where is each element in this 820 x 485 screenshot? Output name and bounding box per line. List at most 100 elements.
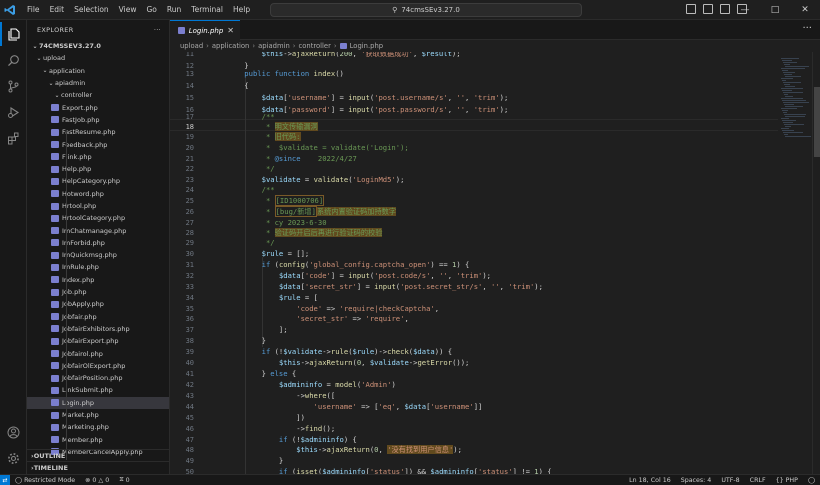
file-item[interactable]: FastJob.php <box>27 114 169 126</box>
file-item[interactable]: Hrtool.php <box>27 200 169 212</box>
menu-view[interactable]: View <box>114 0 142 20</box>
line-number: 37 <box>185 326 194 334</box>
folder-label: upload <box>43 54 66 63</box>
menu-edit[interactable]: Edit <box>45 0 70 20</box>
file-item[interactable]: Feedback.php <box>27 138 169 150</box>
restricted-mode-indicator[interactable]: ◯ Restricted Mode <box>10 477 80 484</box>
toggle-secondary-sidebar-icon[interactable] <box>720 4 730 14</box>
minimap-line <box>781 118 789 119</box>
file-item[interactable]: Job.php <box>27 286 169 298</box>
file-item[interactable]: ImRule.php <box>27 261 169 273</box>
close-tab-icon[interactable]: ✕ <box>227 26 234 35</box>
breadcrumb-item[interactable]: controller <box>298 42 330 50</box>
chevron-down-icon: ⌄ <box>42 67 48 75</box>
cursor-position[interactable]: Ln 18, Col 16 <box>624 477 676 484</box>
file-item[interactable]: Index.php <box>27 274 169 286</box>
file-item[interactable]: Member.php <box>27 434 169 446</box>
file-item[interactable]: JobfairExport.php <box>27 335 169 347</box>
command-center-search[interactable]: ⚲ 74cmsSEv3.27.0 <box>270 3 582 17</box>
extensions-icon[interactable] <box>0 126 27 150</box>
file-item[interactable]: JobfairOlExport.php <box>27 360 169 372</box>
code-line: ]) <box>227 413 305 422</box>
encoding[interactable]: UTF-8 <box>716 477 744 484</box>
file-item[interactable]: ImQuickmsg.php <box>27 249 169 261</box>
file-item[interactable]: LinkSubmit.php <box>27 384 169 396</box>
minimap-line <box>784 134 788 135</box>
file-item[interactable]: Jobfairol.php <box>27 347 169 359</box>
settings-gear-icon[interactable] <box>0 446 27 470</box>
minimap-line <box>785 116 805 117</box>
project-root[interactable]: ⌄ 74CMSSEV3.27.0 <box>27 40 169 52</box>
line-number: 39 <box>185 348 194 356</box>
tab-login-php[interactable]: Login.php ✕ <box>170 20 240 40</box>
line-number: 18 <box>185 123 194 131</box>
file-item[interactable]: Help.php <box>27 163 169 175</box>
minimap-line <box>782 110 788 111</box>
timeline-section[interactable]: › TIMELINE <box>27 461 170 473</box>
source-control-icon[interactable] <box>0 74 27 98</box>
minimize-icon[interactable]: — <box>730 0 760 20</box>
line-number: 20 <box>185 144 194 152</box>
code-line: $data['code'] = input('post.code/s', '',… <box>278 271 492 280</box>
file-item[interactable]: HrtoolCategory.php <box>27 212 169 224</box>
file-item[interactable]: Hotword.php <box>27 188 169 200</box>
menu-help[interactable]: Help <box>228 0 255 20</box>
code-editor[interactable]: 11 12 13 14 15 16 17 18 19 20 21 22 23 24 25 26 27 28 29 30… <box>170 52 778 474</box>
close-window-icon[interactable]: ✕ <box>790 0 820 20</box>
file-item[interactable]: ImChatmanage.php <box>27 224 169 236</box>
vertical-scrollbar[interactable] <box>812 52 820 474</box>
file-item[interactable]: Jobfair.php <box>27 311 169 323</box>
file-item[interactable]: JobApply.php <box>27 298 169 310</box>
folder-upload[interactable]: ⌄ upload <box>27 52 169 64</box>
minimap-line <box>782 60 792 61</box>
code-line: } else { <box>227 369 297 378</box>
code-line: * [ID1000706] <box>227 195 325 206</box>
folder-apiadmin[interactable]: ⌄ apiadmin <box>27 77 169 89</box>
breadcrumb-item[interactable]: upload <box>180 42 203 50</box>
minimap-line <box>785 86 795 87</box>
menu-selection[interactable]: Selection <box>69 0 114 20</box>
scrollbar-thumb[interactable] <box>814 87 820 157</box>
more-actions-icon[interactable]: ··· <box>154 26 161 34</box>
account-icon[interactable] <box>0 420 27 444</box>
maximize-icon[interactable]: □ <box>760 0 790 20</box>
menu-run[interactable]: Run <box>162 0 186 20</box>
breadcrumb-item[interactable]: application <box>212 42 250 50</box>
menu-terminal[interactable]: Terminal <box>186 0 228 20</box>
file-item[interactable]: HelpCategory.php <box>27 175 169 187</box>
file-item[interactable]: Market.php <box>27 409 169 421</box>
file-item[interactable]: Marketing.php <box>27 421 169 433</box>
file-item[interactable]: FastResume.php <box>27 126 169 138</box>
folder-controller[interactable]: ⌄ controller <box>27 89 169 101</box>
run-debug-icon[interactable] <box>0 100 27 124</box>
breadcrumb-item[interactable]: apiadmin <box>258 42 290 50</box>
line-endings[interactable]: CRLF <box>745 477 771 484</box>
file-item[interactable]: JobfairPosition.php <box>27 372 169 384</box>
menu-file[interactable]: File <box>22 0 45 20</box>
menu-go[interactable]: Go <box>141 0 161 20</box>
outline-section[interactable]: › OUTLINE <box>27 449 170 461</box>
chevron-down-icon: ⌄ <box>36 54 42 62</box>
remote-indicator-icon[interactable]: ⇄ <box>0 474 10 485</box>
file-label: JobfairOlExport.php <box>62 361 126 370</box>
ports-indicator[interactable]: ⧖ 0 <box>114 476 134 484</box>
file-item[interactable]: Flink.php <box>27 151 169 163</box>
more-actions-icon[interactable]: ··· <box>802 23 812 34</box>
toggle-primary-sidebar-icon[interactable] <box>686 4 696 14</box>
file-item[interactable]: Export.php <box>27 101 169 113</box>
file-item[interactable]: JobfairExhibitors.php <box>27 323 169 335</box>
minimap[interactable] <box>778 52 812 474</box>
file-item[interactable]: Login.php <box>27 396 169 409</box>
problems-indicator[interactable]: ⊗ 0 △ 0 <box>80 477 114 484</box>
language-mode[interactable]: {} PHP <box>771 477 803 484</box>
notifications-bell-icon[interactable]: ◯ <box>803 477 820 484</box>
toggle-panel-icon[interactable] <box>703 4 713 14</box>
file-item[interactable]: ImForbid.php <box>27 237 169 249</box>
search-icon[interactable] <box>0 48 27 72</box>
line-number: 38 <box>185 337 194 345</box>
line-number: 19 <box>185 133 194 141</box>
indentation[interactable]: Spaces: 4 <box>676 477 717 484</box>
folder-application[interactable]: ⌄ application <box>27 65 169 77</box>
explorer-icon[interactable] <box>0 22 27 46</box>
breadcrumb-item[interactable]: Login.php <box>350 42 383 50</box>
